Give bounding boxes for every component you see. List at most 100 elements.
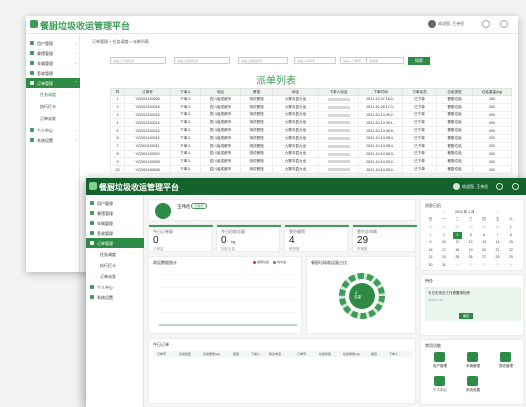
- table-row[interactable]: 4 YZ2021100014 下单人 四川省成都市 测试餐馆 九寨沟县九龙 2021-10-…: [110, 118, 512, 128]
- calendar-day[interactable]: 23: [426, 254, 435, 261]
- calendar-day[interactable]: 21: [493, 247, 502, 254]
- sidebar-item-settings[interactable]: 系统设置: [86, 292, 144, 302]
- calendar-day[interactable]: 22: [506, 247, 515, 254]
- calendar-day[interactable]: 17: [439, 247, 448, 254]
- calendar-day[interactable]: 10: [439, 239, 448, 246]
- calendar-day[interactable]: 30: [426, 262, 435, 269]
- sidebar-subitem-distribute[interactable]: 订单派发: [86, 271, 140, 281]
- bell-icon[interactable]: [496, 183, 503, 190]
- sidebar-item-signoff[interactable]: 签收管理 ⌄: [26, 68, 80, 78]
- table-row[interactable]: 10 YZ2021100008 下单人 四川省成都市 测试餐馆 九寨沟县九龙 2021-10…: [110, 165, 512, 174]
- sidebar-item-signoff[interactable]: 签收管理: [86, 228, 144, 238]
- avatar[interactable]: [428, 20, 436, 28]
- calendar-day[interactable]: 7: [493, 232, 502, 239]
- calendar-day[interactable]: 25: [453, 254, 462, 261]
- sidebar-item-restaurants[interactable]: 餐馆管理: [86, 208, 144, 218]
- calendar-day[interactable]: 31: [439, 262, 448, 269]
- calendar-day[interactable]: 5: [466, 232, 475, 239]
- end-date-input[interactable]: 请输入结束时间: [174, 57, 230, 64]
- restaurant-input[interactable]: 请输入餐馆名称: [238, 57, 288, 64]
- quick-action-signoff[interactable]: 签收管理: [491, 352, 521, 370]
- calendar-day[interactable]: 4: [452, 231, 462, 239]
- calendar-day[interactable]: 29: [506, 254, 515, 261]
- calendar-day[interactable]: 26: [426, 224, 435, 231]
- calendar-day[interactable]: 19: [466, 247, 475, 254]
- next-month-icon[interactable]: ›: [497, 209, 498, 214]
- quick-action-profile[interactable]: 个人中心: [425, 376, 455, 394]
- table-cell: 九寨沟县九龙: [272, 141, 319, 151]
- sidebar-item-settings[interactable]: 系统设置 ⌄: [26, 135, 80, 145]
- table-row[interactable]: 1 YZ2021120006 下单人 四川省成都市 测试餐馆 九寨沟县九龙 2021-12-…: [110, 95, 512, 104]
- table-row[interactable]: 5 YZ2021100013 下单人 四川省成都市 测试餐馆 九寨沟县九龙 2021-10-…: [110, 126, 512, 135]
- avatar[interactable]: [453, 183, 460, 190]
- calendar-day[interactable]: 1: [506, 224, 515, 231]
- power-icon[interactable]: [500, 20, 508, 28]
- calendar-day[interactable]: 26: [466, 254, 475, 261]
- select-all-checkbox[interactable]: [110, 88, 125, 96]
- sidebar-item-profile[interactable]: 个人中心 ⌄: [26, 125, 80, 135]
- table-cell: 测试餐馆: [240, 149, 273, 159]
- search-button[interactable]: 搜索: [408, 57, 430, 65]
- status-select[interactable]: 请选择: [366, 57, 404, 64]
- sidebar-subitem-distribute[interactable]: 订单派发: [26, 113, 80, 123]
- calendar-day[interactable]: 28: [453, 224, 462, 231]
- calendar-day[interactable]: 14: [493, 239, 502, 246]
- calendar-day[interactable]: 18: [453, 247, 462, 254]
- calendar-day[interactable]: 27: [439, 224, 448, 231]
- quick-action-vehicles[interactable]: 车辆管理: [458, 352, 488, 370]
- bell-icon[interactable]: [482, 20, 490, 28]
- calendar-day[interactable]: 13: [480, 239, 489, 246]
- calendar-month[interactable]: 2022 年 1 月: [455, 210, 475, 215]
- calendar-day[interactable]: 20: [480, 247, 489, 254]
- quick-action-users[interactable]: 用户管理: [425, 352, 455, 370]
- confirm-button[interactable]: 确定: [459, 313, 473, 319]
- calendar-day[interactable]: 28: [493, 254, 502, 261]
- power-icon[interactable]: [512, 183, 519, 190]
- calendar-day[interactable]: 3: [480, 262, 489, 269]
- prev-month-icon[interactable]: ‹: [443, 209, 444, 214]
- quick-action-settings[interactable]: 系统设置: [458, 376, 488, 394]
- plate-input[interactable]: 请输入车牌号: [294, 57, 336, 64]
- sidebar-subitem-dispatch[interactable]: 任务调度: [26, 89, 80, 99]
- calendar-day[interactable]: 5: [506, 262, 515, 269]
- calendar-day[interactable]: 12: [466, 239, 475, 246]
- calendar-day[interactable]: 4: [493, 262, 502, 269]
- calendar-day[interactable]: 30: [480, 224, 489, 231]
- sidebar-item-orders[interactable]: 订单管理: [86, 238, 144, 248]
- calendar-day[interactable]: 3: [439, 232, 448, 239]
- sidebar-subitem-checkin[interactable]: 执行打卡: [26, 101, 80, 111]
- table-row[interactable]: 3 YZ2021100015 下单人 四川省成都市 测试餐馆 九寨沟县九龙 2021-10-…: [110, 110, 512, 120]
- start-date-input[interactable]: 请输入开始时间: [110, 57, 166, 64]
- sidebar-item-users[interactable]: 用户管理 ⌄: [26, 38, 80, 48]
- calendar-day[interactable]: 2: [426, 232, 435, 239]
- calendar-day[interactable]: 2: [466, 262, 475, 269]
- sidebar-item-orders[interactable]: 订单管理 ⌃: [26, 78, 80, 88]
- sidebar-item-vehicles[interactable]: 车辆管理 ⌄: [26, 58, 80, 68]
- table-row[interactable]: 8 YZ2021100010 下单人 四川省成都市 测试餐馆 九寨沟县九龙 2021-10-…: [110, 149, 512, 159]
- calendar-day[interactable]: 15: [506, 239, 515, 246]
- calendar-day[interactable]: 8: [506, 232, 515, 239]
- calendar-day[interactable]: 29: [466, 224, 475, 231]
- calendar-day[interactable]: 24: [439, 254, 448, 261]
- table-cell: [318, 133, 359, 143]
- calendar-day[interactable]: 1: [453, 262, 462, 269]
- sidebar-item-profile[interactable]: 个人中心: [86, 282, 144, 292]
- table-header: 餐馆: [240, 88, 273, 96]
- todo-date: 2022-01-04: [428, 298, 444, 302]
- quick-actions-card: 常用功能 用户管理 车辆管理 签收管理 个人中心 系统设置: [420, 339, 524, 405]
- calendar-day[interactable]: 27: [480, 254, 489, 261]
- sidebar-subitem-dispatch[interactable]: 任务调度: [86, 249, 140, 259]
- sidebar-item-vehicles[interactable]: 车辆管理: [86, 218, 144, 228]
- sidebar-subitem-checkin[interactable]: 执行打卡: [86, 260, 140, 270]
- table-row[interactable]: 9 YZ2021100009 下单人 四川省成都市 测试餐馆 九寨沟县九龙 2021-10-…: [110, 157, 512, 167]
- calendar-day[interactable]: 31: [493, 224, 502, 231]
- calendar-day[interactable]: 6: [480, 232, 489, 239]
- table-row[interactable]: 7 YZ2021100011 下单人 四川省成都市 测试餐馆 九寨沟县九龙 2021-10-…: [110, 141, 512, 151]
- table-row[interactable]: 2 YZ2021100018 下单人 四川省成都市 测试餐馆 九寨沟县九龙 2021-10-…: [110, 102, 512, 112]
- calendar-day[interactable]: 11: [453, 239, 462, 246]
- sidebar-item-restaurants[interactable]: 餐馆管理 ⌄: [26, 48, 80, 58]
- table-row[interactable]: 6 YZ2021100012 下单人 四川省成都市 测试餐馆 九寨沟县九龙 2021-10-…: [110, 133, 512, 143]
- calendar-day[interactable]: 9: [426, 239, 435, 246]
- calendar-day[interactable]: 16: [426, 247, 435, 254]
- sidebar-item-users[interactable]: 用户管理: [86, 198, 144, 208]
